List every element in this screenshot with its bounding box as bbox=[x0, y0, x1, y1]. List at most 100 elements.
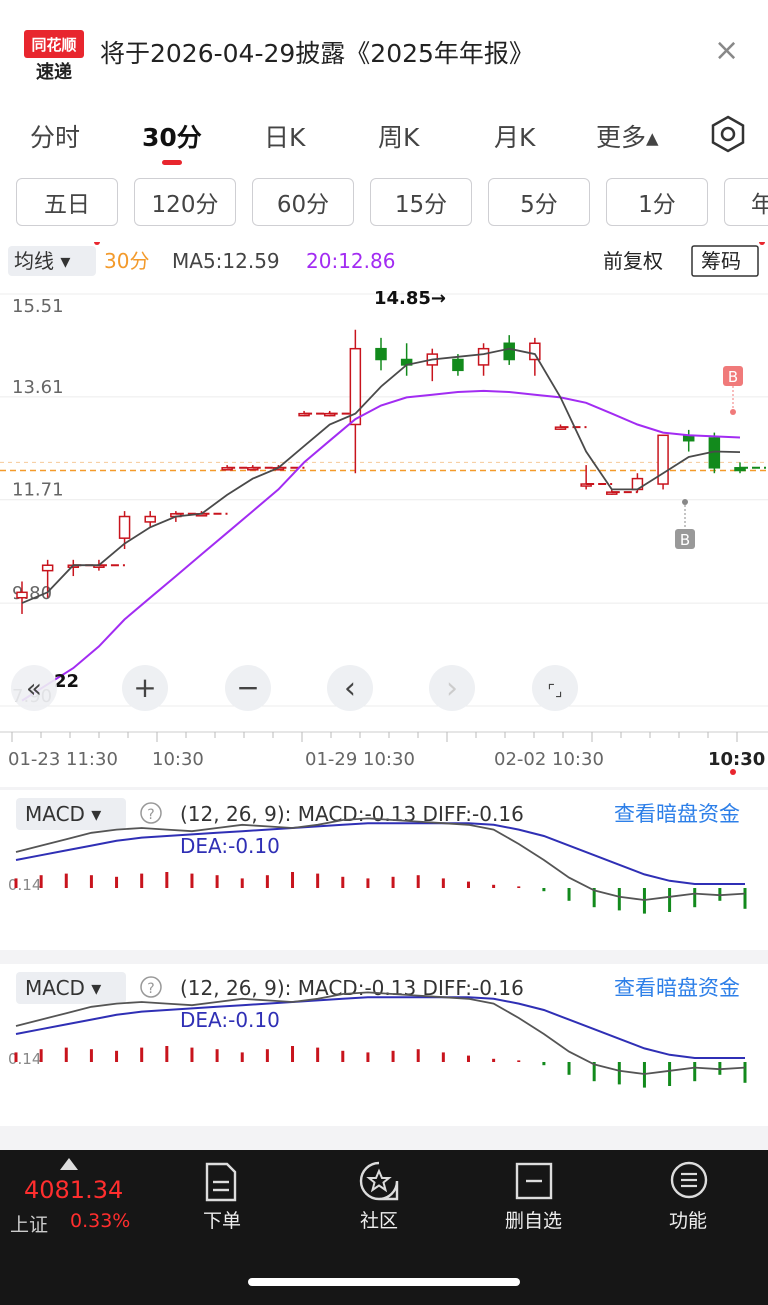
tab-monthly[interactable]: 月K bbox=[494, 118, 535, 154]
logo-text-top: 同花顺 bbox=[31, 36, 76, 54]
remove-watchlist-label[interactable]: 删自选 bbox=[505, 1206, 562, 1233]
candle-body-1 bbox=[41, 564, 54, 572]
candle-body-14 bbox=[375, 347, 387, 361]
notice-bar[interactable]: 同花顺 速递 将于2026-04-29披露《2025年年报》 × bbox=[0, 0, 768, 100]
tab-weekly[interactable]: 周K bbox=[378, 118, 419, 154]
dark-pool-link-1[interactable]: 查看暗盘资金 bbox=[614, 802, 740, 826]
macd-dea-line-2 bbox=[15, 996, 745, 1059]
collapse-button[interactable]: « bbox=[11, 665, 57, 711]
macd-selector-2[interactable]: MACD ▾ bbox=[25, 976, 101, 1000]
close-icon[interactable]: × bbox=[714, 36, 739, 66]
fullscreen-button-glyph: ⌜⌟ bbox=[548, 681, 563, 700]
tab-more[interactable]: 更多▴ bbox=[596, 118, 659, 154]
scroll-left-button[interactable]: ‹ bbox=[327, 665, 373, 711]
candle-body-5 bbox=[144, 515, 156, 523]
home-indicator[interactable] bbox=[248, 1278, 520, 1286]
macd-diff-line-1 bbox=[15, 817, 746, 901]
tab-intraday[interactable]: 分时 bbox=[30, 118, 80, 154]
chip-15min[interactable]: 15分 bbox=[370, 178, 472, 226]
macd-axis-label-1: 0.14 bbox=[8, 876, 41, 894]
fullscreen-button[interactable]: ⌜⌟ bbox=[532, 665, 578, 711]
remove-watchlist-icon[interactable] bbox=[515, 1162, 553, 1200]
chip-5day[interactable]: 五日 bbox=[16, 178, 118, 226]
chip-year[interactable]: 年 bbox=[724, 178, 768, 226]
time-cursor-dot bbox=[730, 769, 736, 775]
dark-pool-link-2[interactable]: 查看暗盘资金 bbox=[614, 976, 740, 1000]
candle-13 bbox=[349, 329, 362, 474]
chip-1min[interactable]: 1分 bbox=[606, 178, 708, 226]
candle-26 bbox=[682, 429, 695, 452]
candle-body-25 bbox=[657, 434, 669, 485]
macd-axis-label-2: 0.14 bbox=[8, 1050, 41, 1068]
candle-18 bbox=[477, 343, 490, 376]
chart-controls: « + − ‹ › ⌜⌟ bbox=[11, 665, 578, 711]
tab-30min[interactable]: 30分 bbox=[142, 118, 202, 154]
scroll-left-button-glyph: ‹ bbox=[344, 671, 356, 706]
macd-dea-1: DEA:-0.10 bbox=[180, 834, 280, 858]
price-axis: 15.5113.6111.719.807.90 bbox=[12, 296, 64, 707]
community-label[interactable]: 社区 bbox=[360, 1206, 398, 1233]
buy-marker-bottom: B bbox=[675, 499, 695, 549]
candle-21 bbox=[554, 424, 587, 430]
index-change: 0.33% bbox=[70, 1210, 131, 1232]
candle-14 bbox=[375, 337, 387, 371]
candle-body-18 bbox=[477, 347, 490, 366]
candle-body-20 bbox=[529, 342, 541, 361]
chip-5min[interactable]: 5分 bbox=[488, 178, 590, 226]
function-label[interactable]: 功能 bbox=[669, 1206, 707, 1233]
time-label-1: 01-23 11:30 bbox=[8, 749, 118, 770]
notice-text[interactable]: 将于2026-04-29披露《2025年年报》 bbox=[100, 34, 534, 70]
macd-dea-line-1 bbox=[15, 822, 745, 885]
macd-panel-2[interactable]: MACD ▾ ? (12, 26, 9): MACD:-0.13 DIFF:-0… bbox=[0, 964, 768, 1126]
candle-15 bbox=[400, 343, 413, 376]
ma5-label: MA5:12.59 bbox=[172, 249, 280, 273]
chips-button[interactable]: 筹码 bbox=[701, 249, 741, 273]
zoom-in-button[interactable]: + bbox=[122, 665, 168, 711]
chip-120min[interactable]: 120分 bbox=[134, 178, 236, 226]
macd-chart-1: MACD ▾ ? (12, 26, 9): MACD:-0.13 DIFF:-0… bbox=[8, 798, 747, 914]
zoom-out-button-glyph: − bbox=[236, 671, 259, 704]
ma20-line bbox=[21, 389, 741, 702]
candle-28 bbox=[734, 462, 766, 474]
price-tick-0: 15.51 bbox=[12, 296, 64, 317]
menu-icon[interactable] bbox=[669, 1160, 709, 1200]
price-tick-2: 11.71 bbox=[12, 480, 64, 501]
candle-20 bbox=[529, 337, 541, 376]
macd-histogram-1 bbox=[14, 872, 747, 914]
candles bbox=[16, 329, 766, 614]
kline-panel[interactable]: 均线 ▾ 30分 MA5:12.59 20:12.86 前复权 筹码 15.51… bbox=[0, 239, 768, 787]
chip-60min[interactable]: 60分 bbox=[252, 178, 354, 226]
period-label: 30分 bbox=[104, 249, 149, 273]
buy-marker-top: B bbox=[723, 366, 743, 415]
ma5-line bbox=[21, 347, 741, 604]
candle-22 bbox=[580, 465, 613, 490]
zoom-out-button[interactable]: − bbox=[225, 665, 271, 711]
time-label-3: 01-29 10:30 bbox=[305, 749, 415, 770]
price-tick-1: 13.61 bbox=[12, 377, 64, 398]
scroll-right-button-glyph: › bbox=[446, 671, 458, 706]
time-ticks bbox=[11, 732, 738, 742]
tab-daily[interactable]: 日K bbox=[264, 118, 305, 154]
time-label-2: 10:30 bbox=[152, 749, 204, 770]
adjust-button[interactable]: 前复权 bbox=[603, 249, 663, 273]
svg-text:?: ? bbox=[147, 981, 154, 997]
min-price-label: 22 bbox=[54, 671, 79, 692]
macd-selector-1[interactable]: MACD ▾ bbox=[25, 802, 101, 826]
macd-diff-line-2 bbox=[15, 991, 746, 1075]
scroll-right-button[interactable]: › bbox=[429, 665, 475, 711]
kline-chart[interactable]: 均线 ▾ 30分 MA5:12.59 20:12.86 前复权 筹码 15.51… bbox=[0, 239, 768, 787]
settings-icon[interactable] bbox=[708, 114, 748, 154]
macd-panel-1[interactable]: MACD ▾ ? (12, 26, 9): MACD:-0.13 DIFF:-0… bbox=[0, 790, 768, 950]
index-value[interactable]: 4081.34 bbox=[24, 1176, 123, 1204]
candle-body-17 bbox=[452, 358, 464, 372]
svg-text:?: ? bbox=[147, 807, 154, 823]
ma-selector[interactable]: 均线 ▾ bbox=[14, 249, 70, 273]
order-label[interactable]: 下单 bbox=[203, 1206, 241, 1233]
macd-histogram-2 bbox=[14, 1046, 747, 1088]
order-icon[interactable] bbox=[203, 1162, 239, 1202]
candle-body-19 bbox=[503, 342, 515, 361]
time-label-5: 10:30 bbox=[708, 749, 765, 770]
community-icon[interactable] bbox=[358, 1160, 400, 1202]
candle-body-4 bbox=[118, 515, 131, 539]
ma20-label: 20:12.86 bbox=[306, 249, 395, 273]
